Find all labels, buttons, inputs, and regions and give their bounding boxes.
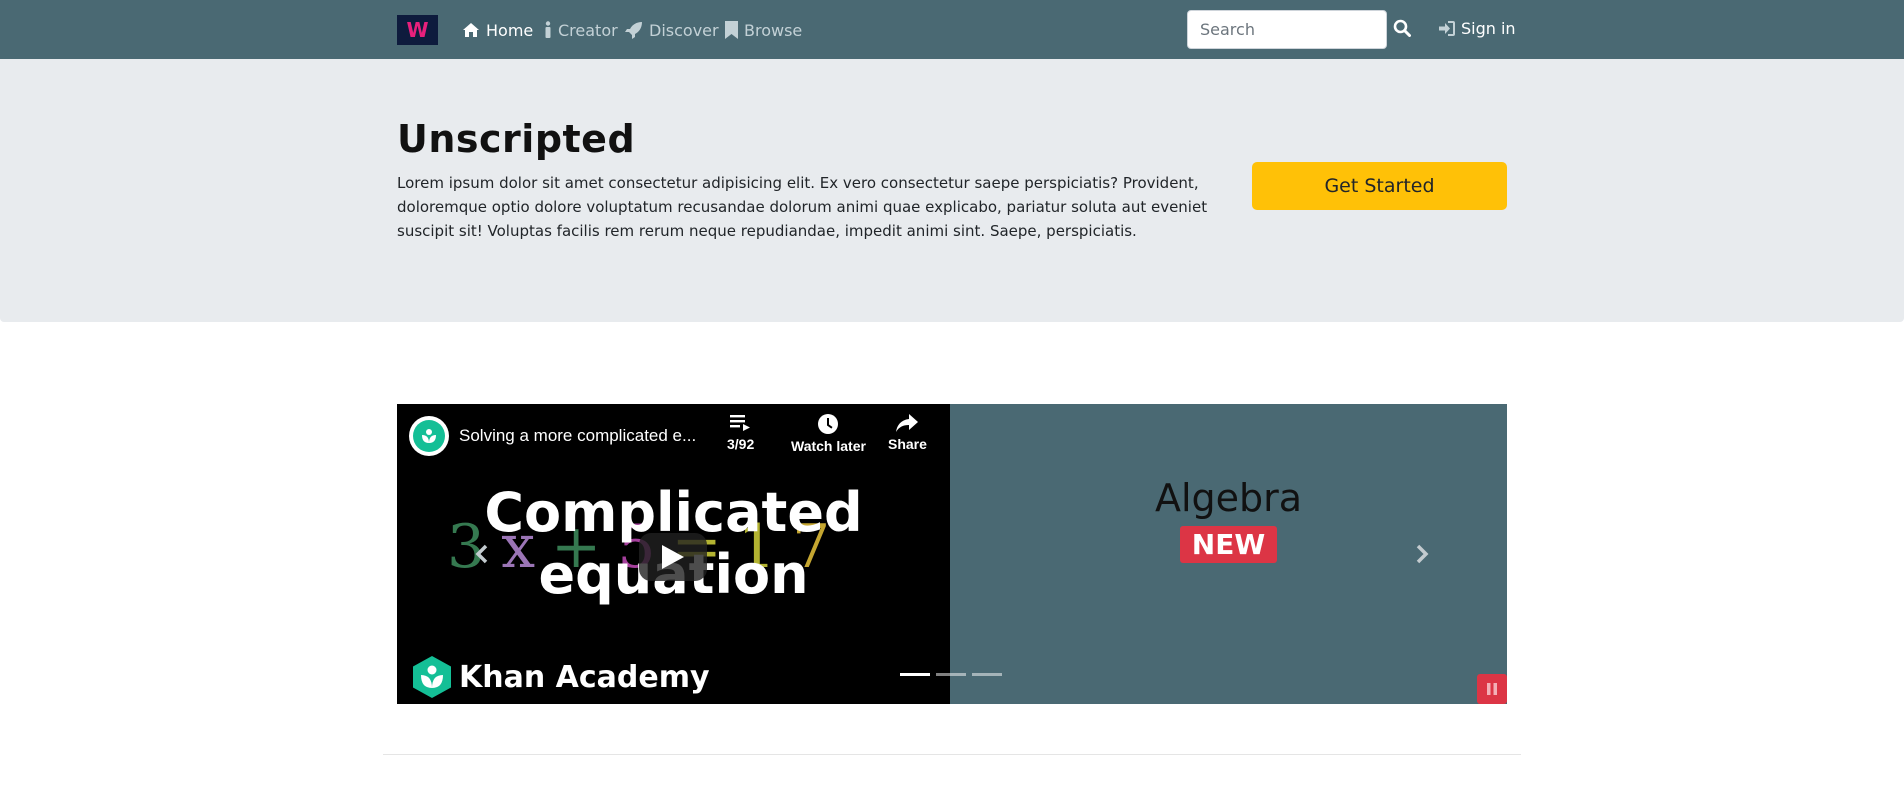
khan-academy-logo-icon (413, 420, 445, 452)
play-button[interactable] (639, 533, 707, 581)
intro-text: Lorem ipsum dolor sit amet consectetur a… (397, 174, 1208, 240)
watch-later-label: Watch later (791, 438, 866, 454)
new-badge: NEW (1179, 526, 1278, 563)
section-divider (383, 754, 1521, 755)
playlist-button[interactable]: 3/92 (727, 414, 754, 452)
playlist-icon (729, 415, 750, 431)
page-title: Unscripted (397, 117, 636, 161)
nav-creator-label: Creator (558, 20, 618, 40)
carousel-prev-button[interactable] (467, 539, 497, 569)
search-button[interactable] (1393, 19, 1413, 39)
clock-icon (818, 414, 839, 434)
sign-in-label: Sign in (1461, 19, 1516, 38)
home-icon (463, 23, 479, 37)
sign-in-link[interactable]: Sign in (1439, 19, 1516, 38)
carousel-indicators (900, 673, 1002, 676)
carousel: 3x+5=17 Complicated equation Solving a m… (397, 404, 1507, 704)
slide-heading: Algebra (1154, 476, 1303, 520)
nav-home[interactable]: Home (462, 19, 533, 41)
nav-creator[interactable]: Creator (544, 19, 618, 41)
carousel-indicator[interactable] (936, 673, 966, 676)
navbar: W Home Creator Discover Browse Sign in (0, 0, 1904, 59)
chevron-left-icon (475, 544, 488, 564)
search-icon (1393, 19, 1411, 37)
channel-avatar[interactable] (409, 416, 449, 456)
nav-home-label: Home (486, 20, 534, 40)
share-button[interactable]: Share (888, 414, 927, 452)
play-icon (662, 545, 684, 569)
carousel-next-button[interactable] (1407, 539, 1437, 569)
channel-name: Khan Academy (459, 659, 710, 695)
bookmark-icon (725, 21, 738, 39)
sign-in-icon (1439, 21, 1455, 36)
video-header: Solving a more complicated e... (409, 416, 714, 456)
share-label: Share (888, 436, 927, 452)
search-input[interactable] (1187, 10, 1387, 49)
watch-later-button[interactable]: Watch later (791, 414, 866, 454)
nav-discover[interactable]: Discover (625, 19, 719, 41)
brand-letter: W (406, 18, 429, 42)
carousel-indicator[interactable] (972, 673, 1002, 676)
share-icon (896, 414, 919, 432)
brand-logo[interactable]: W (397, 15, 438, 45)
get-started-button[interactable]: Get Started (1252, 162, 1507, 210)
nav-discover-label: Discover (649, 20, 719, 40)
nav-browse-label: Browse (744, 20, 803, 40)
channel-watermark: Khan Academy (413, 656, 710, 698)
pause-icon (1487, 683, 1497, 695)
chevron-right-icon (1416, 544, 1429, 564)
nav-browse[interactable]: Browse (725, 19, 802, 41)
carousel-pause-button[interactable] (1477, 674, 1507, 704)
video-title[interactable]: Solving a more complicated e... (459, 426, 714, 446)
rocket-icon (625, 22, 642, 39)
info-icon (545, 21, 551, 38)
playlist-count: 3/92 (727, 436, 755, 452)
carousel-indicator[interactable] (900, 673, 930, 676)
khan-academy-hexagon-icon (413, 656, 451, 698)
